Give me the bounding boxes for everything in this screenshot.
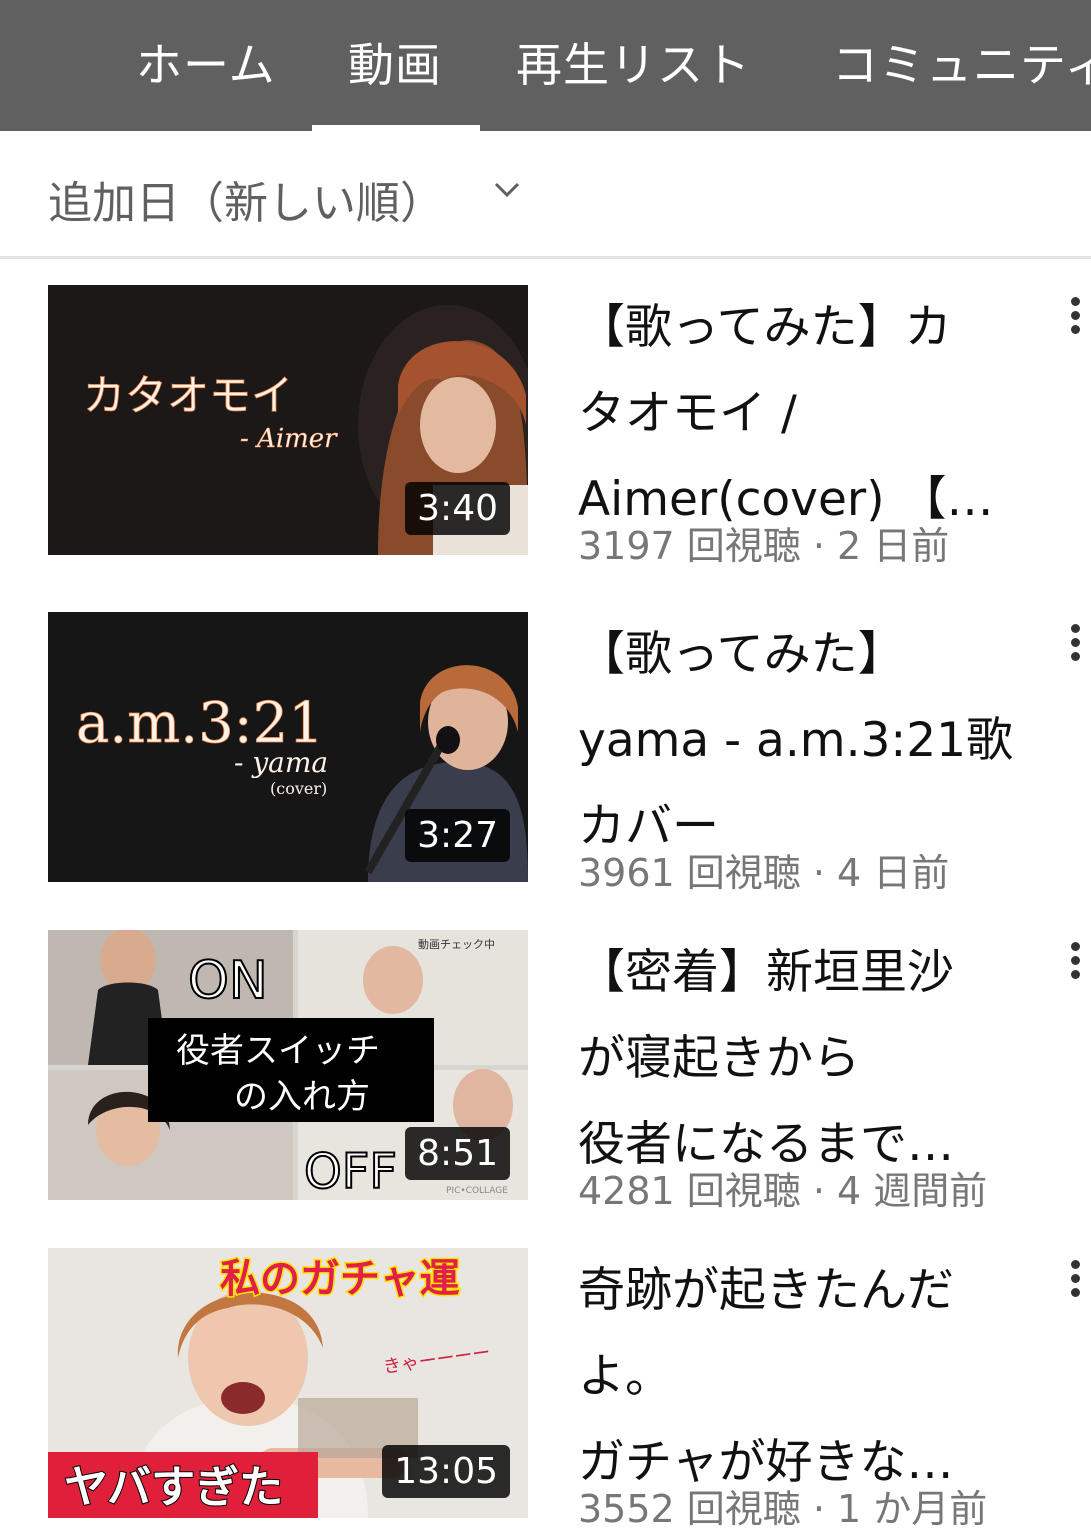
- view-count: 3552 回視聴: [578, 1487, 801, 1531]
- thumb-caption-line1: 役者スイッチ: [176, 1031, 380, 1071]
- video-title-line: が寝起きから: [578, 1031, 860, 1086]
- video-thumbnail[interactable]: カタオモイ - Aimer 3:40: [48, 285, 528, 555]
- meta-separator: ·: [800, 851, 838, 895]
- view-count: 3961 回視聴: [578, 851, 801, 895]
- thumb-watermark: PIC•COLLAGE: [446, 1186, 508, 1196]
- view-count: 3197 回視聴: [578, 524, 801, 568]
- sort-dropdown[interactable]: 追加日（新しい順）: [48, 167, 444, 231]
- video-title[interactable]: 【歌ってみた】 yama - a.m.3:21歌 カバー: [578, 612, 1018, 870]
- video-meta: 4281 回視聴 · 4 週間前: [578, 1160, 987, 1215]
- video-duration: 3:27: [405, 809, 510, 862]
- video-title-line: 【歌ってみた】カ: [578, 300, 952, 355]
- thumb-check-text: 動画チェック中: [418, 937, 495, 951]
- video-duration: 8:51: [405, 1127, 510, 1180]
- more-vert-icon[interactable]: [1062, 1254, 1091, 1304]
- video-title[interactable]: 【歌ってみた】カ タオモイ / Aimer(cover) 【…: [578, 285, 1018, 543]
- thumb-on-text: ON: [188, 951, 268, 1011]
- video-item[interactable]: 私のガチャ運 きゃーーーー ヤバすぎた 13:05 奇跡が起きたんだ よ。 ガチ…: [0, 1248, 1091, 1531]
- video-item[interactable]: a.m.3:21 - yama (cover) 3:27 【歌ってみた】 yam…: [0, 612, 1091, 895]
- meta-separator: ·: [800, 524, 838, 568]
- video-title[interactable]: 奇跡が起きたんだ よ。 ガチャが好きな…: [578, 1248, 1018, 1506]
- video-item[interactable]: カタオモイ - Aimer 3:40 【歌ってみた】カ タオモイ / Aimer…: [0, 285, 1091, 568]
- video-item[interactable]: ON 動画チェック中 役者スイッチ の入れ方 OFF PIC•COLLAGE 8…: [0, 930, 1091, 1213]
- video-title-line: よ。: [578, 1349, 672, 1404]
- video-title-line: タオモイ /: [578, 386, 797, 441]
- video-title-line: yama - a.m.3:21歌: [578, 713, 1014, 768]
- video-title[interactable]: 【密着】新垣里沙 が寝起きから 役者になるまで…: [578, 930, 1018, 1188]
- more-vert-icon[interactable]: [1062, 291, 1091, 341]
- video-thumbnail[interactable]: ON 動画チェック中 役者スイッチ の入れ方 OFF PIC•COLLAGE 8…: [48, 930, 528, 1200]
- thumb-caption-line2: の入れ方: [234, 1077, 370, 1117]
- more-vert-icon[interactable]: [1062, 936, 1091, 986]
- video-duration: 3:40: [405, 482, 510, 535]
- video-thumbnail[interactable]: a.m.3:21 - yama (cover) 3:27: [48, 612, 528, 882]
- meta-separator: ·: [800, 1169, 838, 1213]
- video-duration: 13:05: [382, 1445, 510, 1498]
- tab-playlists[interactable]: 再生リスト: [516, 0, 751, 131]
- tab-home[interactable]: ホーム: [136, 0, 276, 131]
- channel-tab-bar: ホーム 動画 再生リスト コミュニティ: [0, 0, 1091, 131]
- video-meta: 3961 回視聴 · 4 日前: [578, 842, 949, 897]
- more-vert-icon[interactable]: [1062, 618, 1091, 668]
- view-count: 4281 回視聴: [578, 1169, 801, 1213]
- video-title-line: 奇跡が起きたんだ: [578, 1263, 954, 1318]
- thumb-off-text: OFF: [304, 1144, 397, 1200]
- upload-age: 4 日前: [837, 851, 950, 895]
- tab-community[interactable]: コミュニティ: [832, 0, 1091, 131]
- thumb-artist-text: - yama: [234, 746, 328, 779]
- sort-bar: 追加日（新しい順）: [0, 131, 1091, 259]
- thumb-title-text: カタオモイ: [83, 371, 293, 420]
- meta-separator: ·: [800, 1487, 838, 1531]
- video-title-line: 【歌ってみた】: [578, 627, 905, 682]
- video-meta: 3197 回視聴 · 2 日前: [578, 515, 949, 570]
- thumb-cover-text: (cover): [270, 779, 327, 798]
- tab-videos[interactable]: 動画: [348, 0, 442, 131]
- upload-age: 1 か月前: [837, 1487, 988, 1531]
- upload-age: 2 日前: [837, 524, 950, 568]
- video-title-line: 【密着】新垣里沙: [578, 945, 954, 1000]
- video-thumbnail[interactable]: 私のガチャ運 きゃーーーー ヤバすぎた 13:05: [48, 1248, 528, 1518]
- thumb-artist-text: - Aimer: [240, 424, 338, 454]
- upload-age: 4 週間前: [837, 1169, 988, 1213]
- chevron-down-icon[interactable]: [494, 180, 520, 200]
- thumb-headline-text: 私のガチャ運: [220, 1256, 460, 1302]
- thumb-bottom-text: ヤバすぎた: [64, 1462, 283, 1513]
